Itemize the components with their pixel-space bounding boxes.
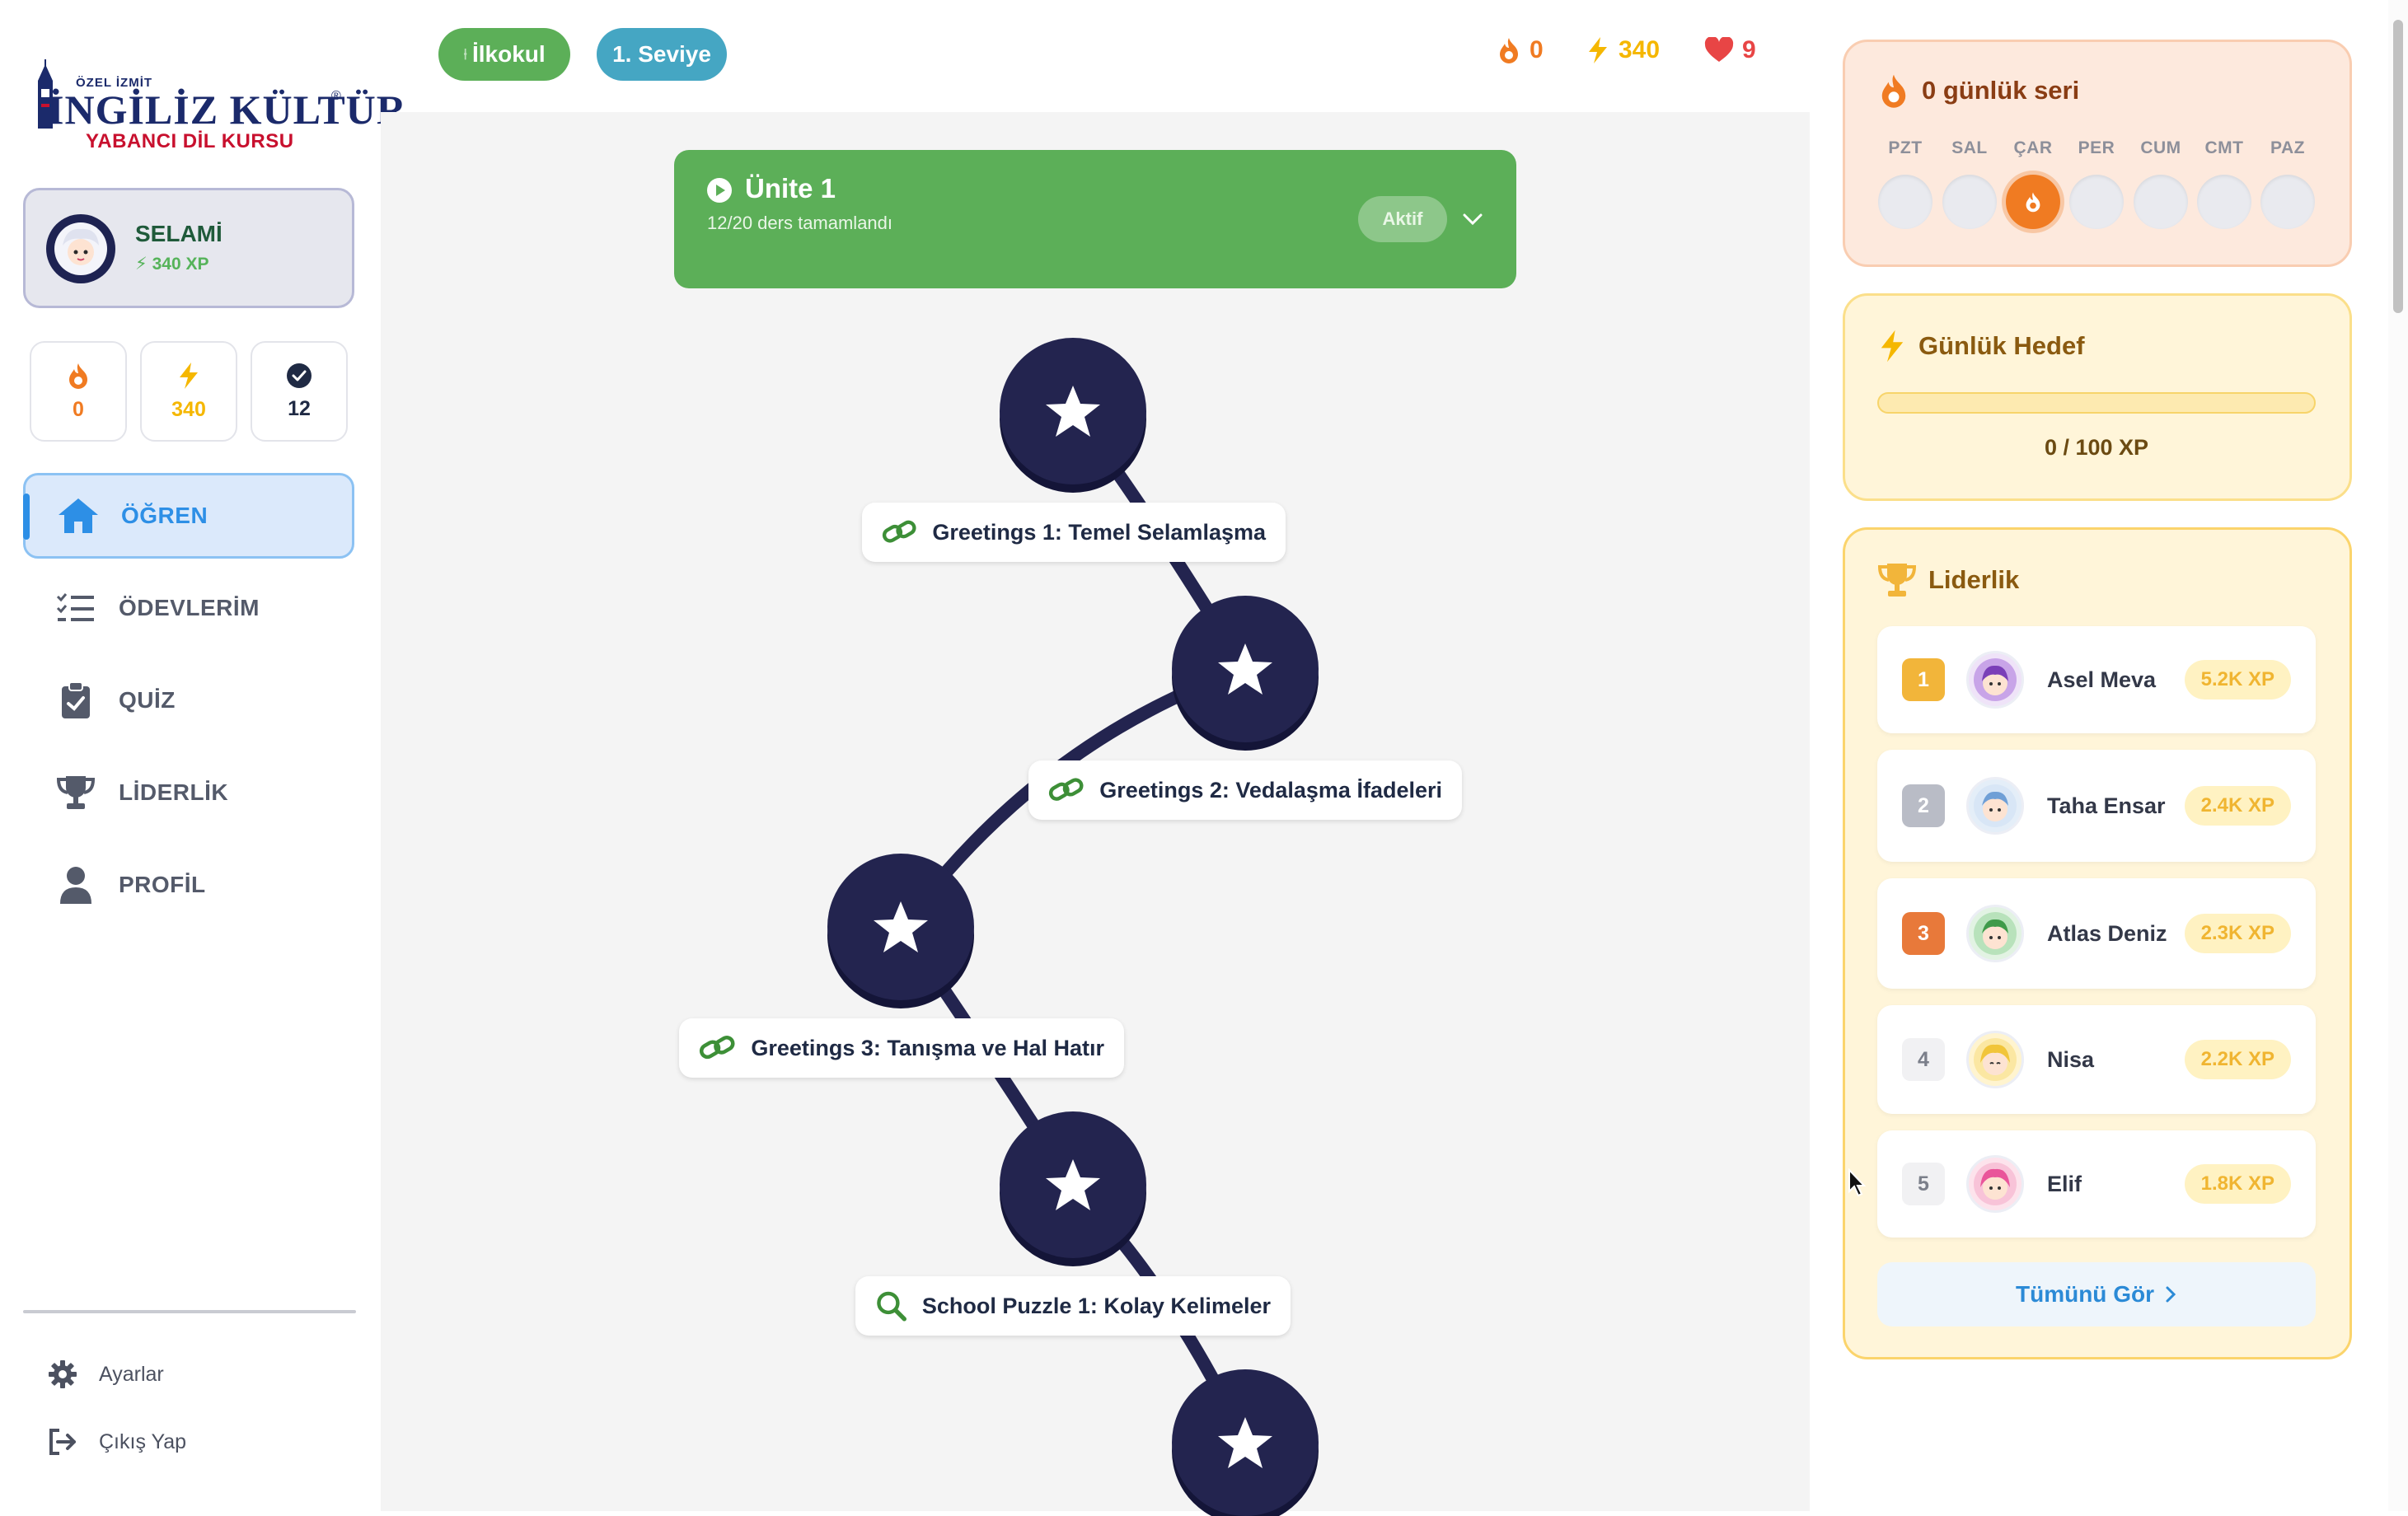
leaderboard-row[interactable]: 3 Atlas Deniz 2.3K XP [1877,878,2316,989]
star-icon [1218,643,1272,695]
lesson-label[interactable]: School Puzzle 1: Kolay Kelimeler [855,1276,1291,1336]
day-label: CUM [2140,138,2181,157]
day-label: PZT [1888,138,1923,157]
lesson-node[interactable] [1172,1369,1319,1516]
day-indicator [1878,175,1932,229]
day-indicator [2134,175,2188,229]
leaderboard-title: Liderlik [1877,562,2019,598]
day-indicator [2197,175,2251,229]
day-indicator [2260,175,2315,229]
leaderboard-xp: 5.2K XP [2184,660,2291,700]
leaderboard-title-text: Liderlik [1928,565,2020,594]
leaderboard-name: Nisa [2047,1047,2095,1072]
link-icon [882,520,916,543]
lesson-node[interactable] [827,854,974,1000]
mouse-cursor-icon [1848,1168,1866,1197]
day-label: PER [2078,138,2115,157]
leaderboard-name: Elif [2047,1172,2082,1196]
daily-goal-progress-track [1877,392,2316,414]
day-indicator [1942,175,1997,229]
lesson-label[interactable]: Greetings 2: Vedalaşma İfadeleri [1028,760,1462,820]
day-indicator [2069,175,2124,229]
lesson-label[interactable]: Greetings 3: Tanışma ve Hal Hatır [679,1018,1124,1078]
chevron-right-icon [2166,1286,2176,1303]
lesson-node[interactable] [1000,338,1146,484]
avatar [1966,1031,2024,1088]
leaderboard-xp: 1.8K XP [2184,1164,2291,1204]
day-label: ÇAR [2013,138,2053,157]
day-label: PAZ [2270,138,2305,157]
lightning-icon [1881,330,1904,363]
leaderboard-name: Asel Meva [2047,667,2157,692]
link-icon [699,1036,735,1060]
daily-goal-progress-text: 0 / 100 XP [2044,435,2149,460]
star-icon [1046,386,1100,437]
day-indicator-active [2006,175,2060,229]
daily-goal-title-text: Günlük Hedef [1918,331,2085,360]
lesson-node[interactable] [1000,1111,1146,1258]
streak-title-text: 0 günlük seri [1922,76,2080,105]
leaderboard-row[interactable]: 5 Elif 1.8K XP [1877,1130,2316,1238]
link-icon [1048,778,1084,801]
leaderboard-xp: 2.4K XP [2184,786,2291,826]
lesson-title: Greetings 2: Vedalaşma İfadeleri [1099,777,1442,802]
day-label: CMT [2204,138,2244,157]
day-label: SAL [1951,138,1988,157]
streak-title: 0 günlük seri [1877,73,2079,109]
page-scrollbar-thumb[interactable] [2393,20,2403,313]
daily-goal-title: Günlük Hedef [1877,328,2085,364]
avatar [1966,905,2024,962]
rank-badge: 5 [1902,1163,1945,1205]
rank-badge: 4 [1902,1038,1945,1081]
see-all-label: Tümünü Gör [2016,1281,2154,1307]
rank-badge: 3 [1902,912,1945,955]
rank-badge: 1 [1902,658,1945,701]
lesson-title: School Puzzle 1: Kolay Kelimeler [921,1293,1271,1318]
see-all-button[interactable]: Tümünü Gör [1877,1262,2316,1326]
lesson-title: Greetings 1: Temel Selamlaşma [932,519,1266,545]
star-icon [1046,1159,1100,1210]
lesson-node[interactable] [1172,596,1319,742]
fire-icon [1881,74,1906,108]
leaderboard-xp: 2.2K XP [2184,1040,2291,1079]
leaderboard-row[interactable]: 1 Asel Meva 5.2K XP [1877,626,2316,733]
leaderboard-name: Atlas Deniz [2047,921,2167,946]
avatar [1966,777,2024,835]
search-icon [877,1291,907,1322]
lesson-label[interactable]: Greetings 1: Temel Selamlaşma [862,503,1286,562]
rank-badge: 2 [1902,784,1945,827]
avatar [1966,651,2024,709]
avatar [1966,1155,2024,1213]
leaderboard-name: Taha Ensar [2047,793,2166,818]
leaderboard-row[interactable]: 2 Taha Ensar 2.4K XP [1877,750,2316,862]
leaderboard-xp: 2.3K XP [2184,914,2291,953]
lesson-title: Greetings 3: Tanışma ve Hal Hatır [751,1035,1104,1060]
star-icon [874,901,928,952]
star-icon [1218,1417,1272,1468]
trophy-icon [1877,564,1917,597]
leaderboard-row[interactable]: 4 Nisa 2.2K XP [1877,1005,2316,1114]
fire-icon [2026,192,2040,213]
